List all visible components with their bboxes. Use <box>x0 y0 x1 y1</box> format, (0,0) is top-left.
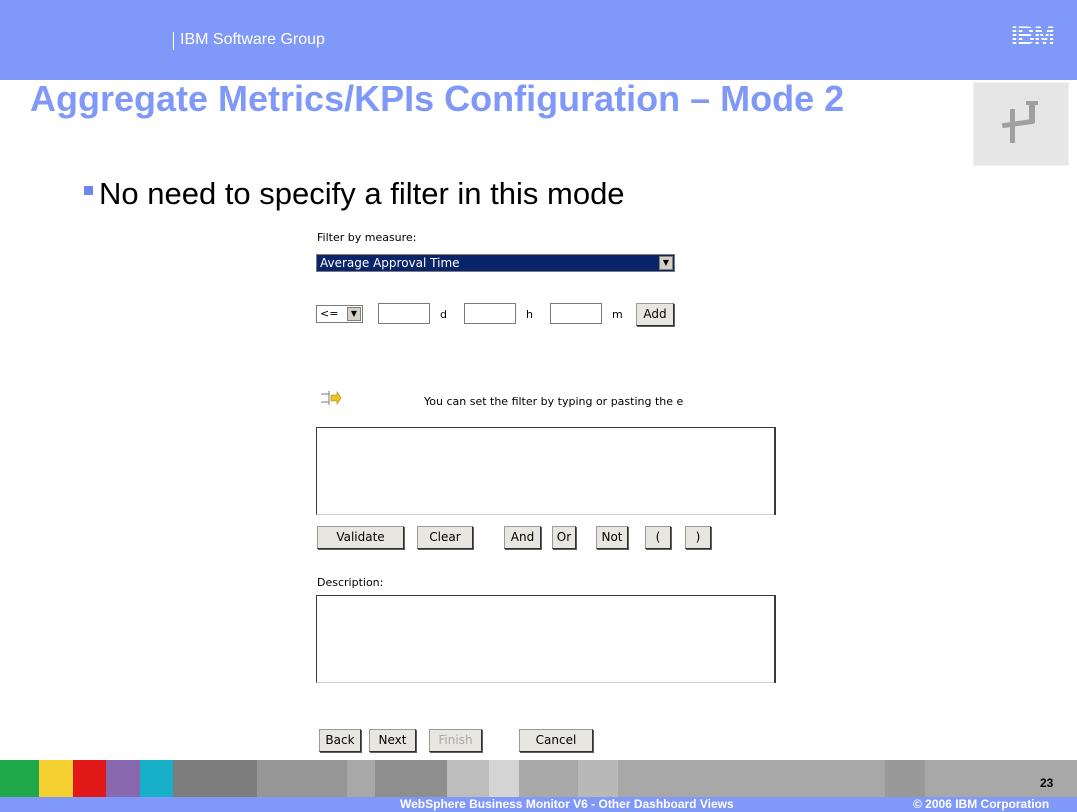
textarea-edge <box>774 427 776 515</box>
footer-product-text: WebSphere Business Monitor V6 - Other Da… <box>400 797 734 811</box>
finish-button[interactable]: Finish <box>429 729 482 752</box>
filter-by-measure-label: Filter by measure: <box>317 231 417 244</box>
footer-block <box>257 760 347 797</box>
filter-expression-textarea[interactable] <box>316 427 776 515</box>
validate-button[interactable]: Validate <box>317 526 404 549</box>
back-button[interactable]: Back <box>319 729 361 752</box>
footer-block <box>39 760 73 797</box>
page-number: 23 <box>1040 776 1054 790</box>
footer-copyright-text: © 2006 IBM Corporation <box>913 797 1050 811</box>
days-input[interactable] <box>378 303 430 324</box>
footer-block <box>73 760 106 797</box>
days-unit-label: d <box>440 308 447 321</box>
description-textarea[interactable] <box>316 595 776 683</box>
wrench-icon <box>973 82 1069 166</box>
footer-block <box>447 760 489 797</box>
cancel-button[interactable]: Cancel <box>519 729 593 752</box>
footer-block <box>173 760 257 797</box>
footer-block <box>375 760 447 797</box>
open-paren-button[interactable]: ( <box>645 526 671 549</box>
filter-hint-text: You can set the filter by typing or past… <box>424 395 684 408</box>
clear-button[interactable]: Clear <box>417 526 473 549</box>
measure-select-value: Average Approval Time <box>320 256 460 270</box>
chevron-down-icon[interactable]: ▼ <box>347 307 361 321</box>
bullet-point: No need to specify a filter in this mode <box>84 176 625 212</box>
minutes-input[interactable] <box>550 303 602 324</box>
not-button[interactable]: Not <box>596 526 628 549</box>
ibm-logo: IBM <box>1011 22 1055 50</box>
chevron-down-icon[interactable]: ▼ <box>659 256 673 270</box>
footer-block <box>140 760 173 797</box>
header-divider <box>173 32 174 50</box>
close-paren-button[interactable]: ) <box>685 526 711 549</box>
bullet-text: No need to specify a filter in this mode <box>99 176 625 211</box>
add-button[interactable]: Add <box>636 303 674 326</box>
group-label: IBM Software Group <box>180 31 325 48</box>
operator-select[interactable]: <= ▼ <box>316 305 363 323</box>
footer-block <box>489 760 519 797</box>
textarea-edge <box>774 595 776 683</box>
slide-title: Aggregate Metrics/KPIs Configuration – M… <box>30 78 845 119</box>
footer-block <box>885 760 925 797</box>
hours-unit-label: h <box>526 308 533 321</box>
hours-input[interactable] <box>464 303 516 324</box>
footer-block <box>0 760 39 797</box>
measure-select[interactable]: Average Approval Time ▼ <box>316 254 675 272</box>
filter-dialog-screenshot: Filter by measure: Average Approval Time… <box>314 228 776 760</box>
or-button[interactable]: Or <box>552 526 576 549</box>
description-label: Description: <box>317 576 384 589</box>
footer-block <box>578 760 618 797</box>
minutes-unit-label: m <box>612 308 623 321</box>
operator-select-value: <= <box>320 307 339 320</box>
header-bar: IBM Software Group IBM <box>0 0 1077 80</box>
next-button[interactable]: Next <box>369 729 416 752</box>
footer-block <box>106 760 140 797</box>
bullet-marker <box>84 186 93 196</box>
filter-arrows-icon <box>320 390 342 409</box>
and-button[interactable]: And <box>504 526 541 549</box>
